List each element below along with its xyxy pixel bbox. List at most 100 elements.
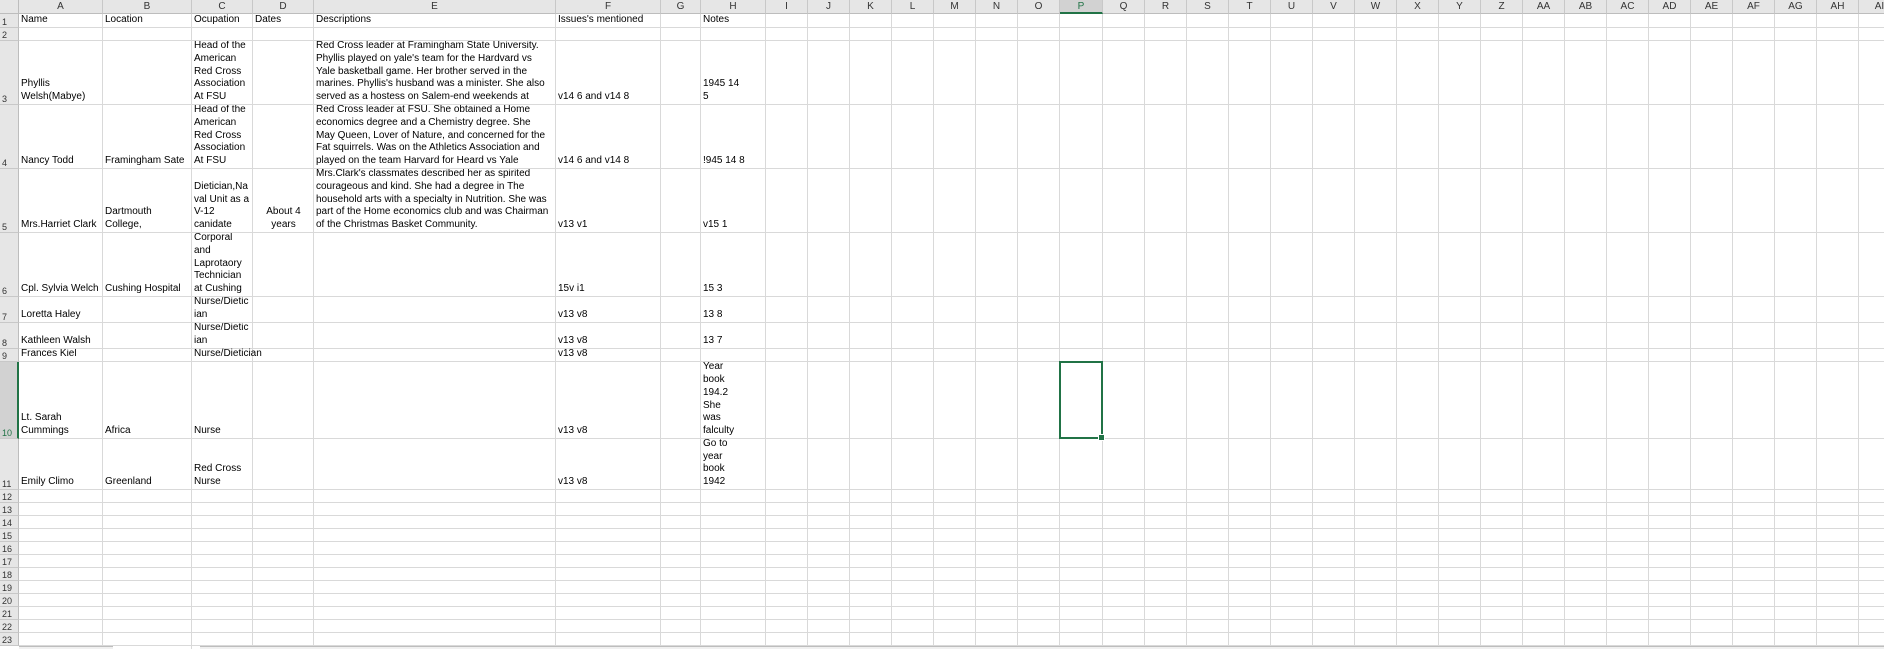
row-header-22[interactable]: 22 (0, 620, 19, 633)
notes-cell[interactable]: 15 3 (701, 233, 766, 296)
description-cell[interactable] (314, 323, 556, 348)
row-header-9[interactable]: 9 (0, 349, 19, 362)
column-header-p[interactable]: P (1060, 0, 1103, 14)
name-cell[interactable]: Kathleen Walsh (19, 323, 103, 348)
name-cell[interactable]: Phyllis Welsh(Mabye) (19, 41, 103, 104)
location-cell[interactable] (103, 297, 192, 322)
location-cell[interactable]: Dartmouth College, (103, 169, 192, 232)
column-header-w[interactable]: W (1355, 0, 1397, 14)
column-header-h[interactable]: H (701, 0, 766, 14)
column-header-x[interactable]: X (1397, 0, 1439, 14)
row-header-2[interactable]: 2 (0, 28, 19, 41)
location-cell[interactable] (103, 349, 192, 361)
name-cell[interactable]: Emily Climo (19, 439, 103, 489)
column-header-f[interactable]: F (556, 0, 661, 14)
dates-cell[interactable] (253, 41, 314, 104)
name-cell[interactable]: Cpl. Sylvia Welch (19, 233, 103, 296)
column-header-c[interactable]: C (192, 0, 253, 14)
row-header-15[interactable]: 15 (0, 529, 19, 542)
issues-cell[interactable]: v13 v1 (556, 169, 661, 232)
column-header-ah[interactable]: AH (1817, 0, 1859, 14)
row-header-13[interactable]: 13 (0, 503, 19, 516)
row-header-4[interactable]: 4 (0, 105, 19, 169)
description-cell[interactable]: Red Cross leader at Framingham State Uni… (314, 41, 556, 104)
header-descriptions-cell[interactable]: Descriptions (314, 14, 556, 27)
column-header-r[interactable]: R (1145, 0, 1187, 14)
occupation-cell[interactable]: Nurse/Dietic ian (192, 297, 253, 322)
issues-cell[interactable]: v13 v8 (556, 362, 661, 438)
notes-cell[interactable]: Go to year book 1942 (701, 439, 766, 489)
issues-cell[interactable]: v13 v8 (556, 348, 661, 361)
column-header-b[interactable]: B (103, 0, 192, 14)
column-header-o[interactable]: O (1018, 0, 1060, 14)
header-occupation-cell[interactable]: Ocupation (192, 14, 253, 27)
description-cell[interactable] (314, 439, 556, 489)
row-header-6[interactable]: 6 (0, 233, 19, 297)
notes-cell[interactable] (701, 349, 766, 361)
dates-cell[interactable] (253, 323, 314, 348)
occupation-cell[interactable]: Nurse/Dietic ian (192, 323, 253, 348)
column-header-m[interactable]: M (934, 0, 976, 14)
header-issues-cell[interactable]: Issues's mentioned (556, 14, 661, 27)
column-header-z[interactable]: Z (1481, 0, 1523, 14)
row-header-11[interactable]: 11 (0, 439, 19, 490)
dates-cell[interactable] (253, 349, 314, 361)
issues-cell[interactable]: v14 6 and v14 8 (556, 41, 661, 104)
occupation-cell[interactable]: Nurse (192, 362, 253, 438)
name-cell[interactable]: Nancy Todd (19, 105, 103, 168)
column-header-y[interactable]: Y (1439, 0, 1481, 14)
row-header-23[interactable]: 23 (0, 633, 19, 646)
column-header-a[interactable]: A (19, 0, 103, 14)
name-cell[interactable]: Mrs.Harriet Clark (19, 169, 103, 232)
description-cell[interactable] (314, 233, 556, 296)
occupation-cell[interactable]: Corporal and Laprotaory Technician at Cu… (192, 233, 253, 296)
name-cell[interactable]: Loretta Haley (19, 297, 103, 322)
row-header-12[interactable]: 12 (0, 490, 19, 503)
column-header-v[interactable]: V (1313, 0, 1355, 14)
column-header-n[interactable]: N (976, 0, 1018, 14)
issues-cell[interactable]: 15v i1 (556, 233, 661, 296)
row-header-19[interactable]: 19 (0, 581, 19, 594)
description-cell[interactable]: Red Cross leader at FSU. She obtained a … (314, 105, 556, 168)
column-header-s[interactable]: S (1187, 0, 1229, 14)
column-header-ab[interactable]: AB (1565, 0, 1607, 14)
row-header-5[interactable]: 5 (0, 169, 19, 233)
notes-cell[interactable]: v15 1 (701, 169, 766, 232)
name-cell[interactable]: Lt. Sarah Cummings (19, 362, 103, 438)
column-header-ai[interactable]: AI (1859, 0, 1884, 14)
dates-cell[interactable] (253, 105, 314, 168)
row-header-14[interactable]: 14 (0, 516, 19, 529)
row-header-18[interactable]: 18 (0, 568, 19, 581)
location-cell[interactable]: Framingham Sate (103, 105, 192, 168)
column-header-ac[interactable]: AC (1607, 0, 1649, 14)
column-header-l[interactable]: L (892, 0, 934, 14)
description-cell[interactable]: Mrs.Clark's classmates described her as … (314, 169, 556, 232)
issues-cell[interactable]: v14 6 and v14 8 (556, 105, 661, 168)
row-header-21[interactable]: 21 (0, 607, 19, 620)
column-header-af[interactable]: AF (1733, 0, 1775, 14)
occupation-cell[interactable]: Dietician,Na val Unit as a V-12 canidate (192, 169, 253, 232)
occupation-cell[interactable]: Red Cross Nurse (192, 439, 253, 489)
column-header-i[interactable]: I (766, 0, 808, 14)
description-cell[interactable] (314, 349, 556, 361)
row-header-7[interactable]: 7 (0, 297, 19, 323)
column-header-q[interactable]: Q (1103, 0, 1145, 14)
column-header-k[interactable]: K (850, 0, 892, 14)
column-header-t[interactable]: T (1229, 0, 1271, 14)
column-header-g[interactable]: G (661, 0, 701, 14)
notes-cell[interactable]: Year book 194.2 She was falculty (701, 362, 766, 438)
row-header-8[interactable]: 8 (0, 323, 19, 349)
spreadsheet-grid[interactable]: A B C D E F G H I J K L M N O P Q R S T U V W X Y Z AA AB AC AD AE AF AG… (0, 0, 1884, 649)
select-all-corner[interactable] (0, 0, 19, 14)
column-header-d[interactable]: D (253, 0, 314, 14)
header-notes-cell[interactable]: Notes (701, 14, 766, 27)
column-header-ad[interactable]: AD (1649, 0, 1691, 14)
header-location-cell[interactable]: Location (103, 14, 192, 27)
row-header-10[interactable]: 10 (0, 362, 19, 439)
row-header-20[interactable]: 20 (0, 594, 19, 607)
occupation-cell[interactable]: Head of the American Red Cross Associati… (192, 41, 253, 104)
column-header-e[interactable]: E (314, 0, 556, 14)
header-name-cell[interactable]: Name (19, 14, 103, 27)
location-cell[interactable]: Africa (103, 362, 192, 438)
occupation-cell[interactable]: Head of the American Red Cross Associati… (192, 105, 253, 168)
